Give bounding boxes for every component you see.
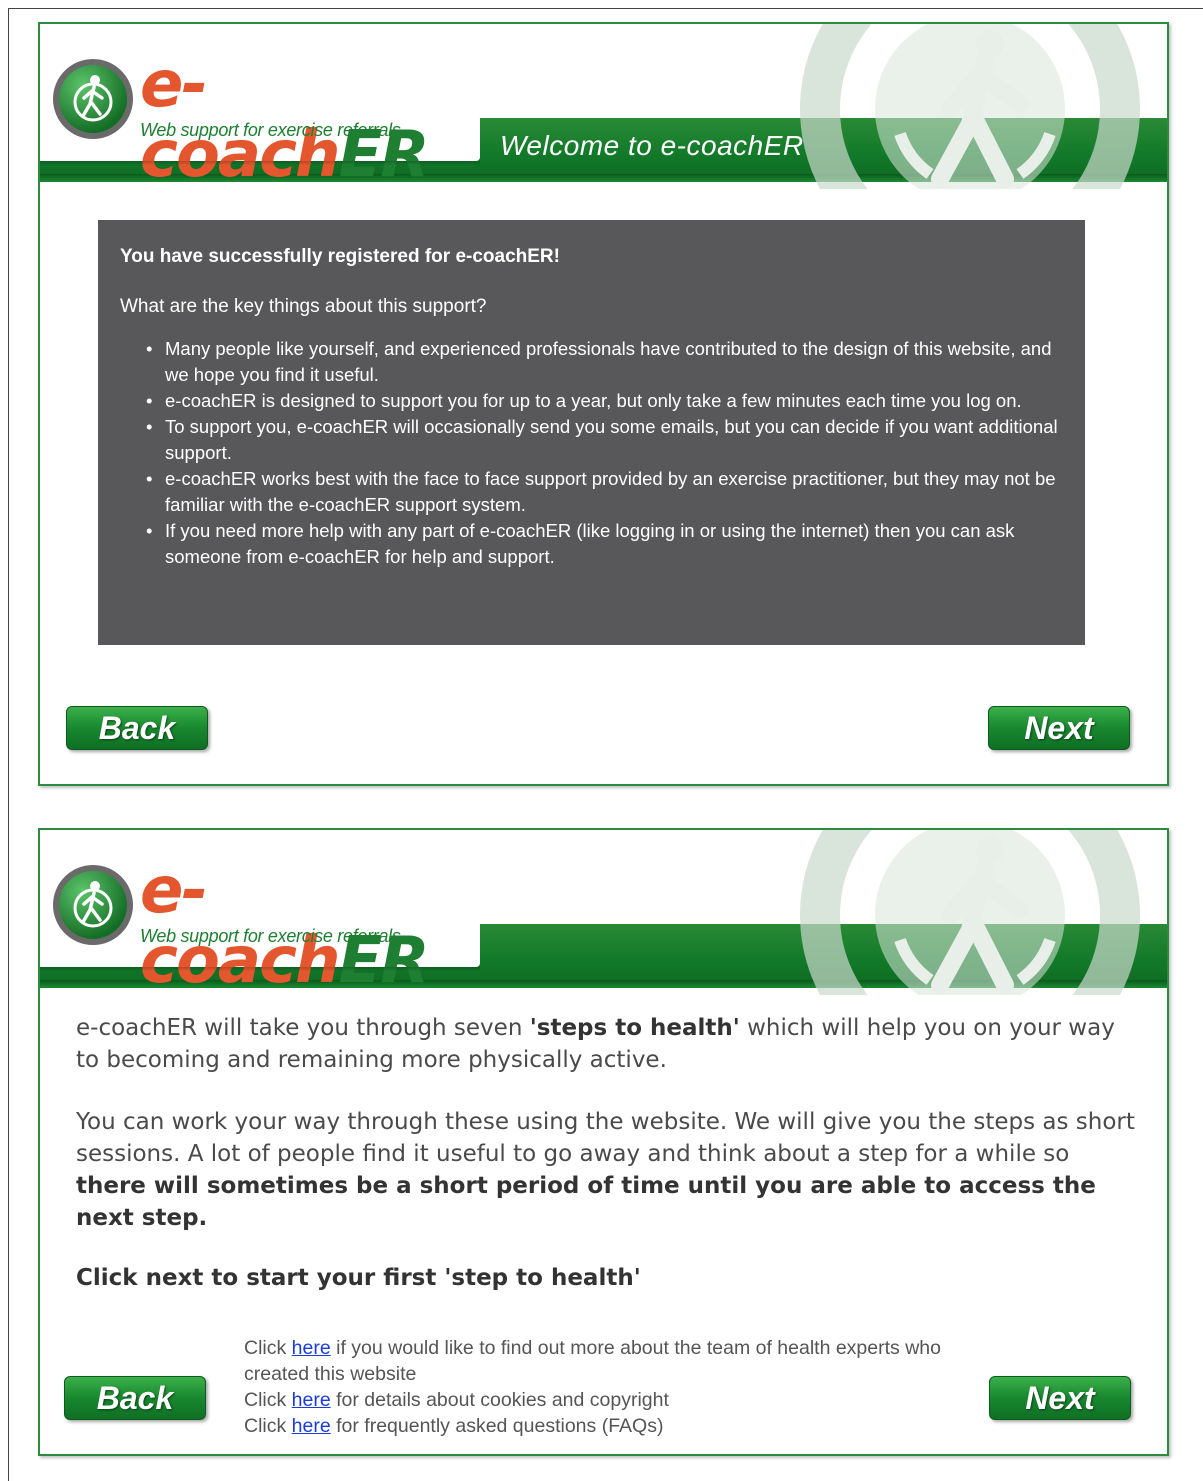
link-suffix: for frequently asked questions (FAQs) — [330, 1415, 664, 1437]
site-header: e-coachER Web support for exercise refer… — [40, 24, 1167, 190]
faq-link[interactable]: here — [292, 1415, 331, 1437]
link-suffix: if you would like to find out more about… — [244, 1337, 941, 1385]
list-item: Many people like yourself, and experienc… — [120, 336, 1080, 388]
back-button[interactable]: Back — [66, 706, 208, 750]
logo-tagline: Web support for exercise referrals — [140, 926, 401, 946]
link-prefix: Click — [244, 1337, 292, 1359]
welcome-screen: e-coachER Web support for exercise refer… — [38, 22, 1169, 786]
steps-to-health-emphasis: 'steps to health' — [529, 1015, 740, 1041]
back-button[interactable]: Back — [64, 1376, 206, 1420]
steps-intro-text: e-coachER will take you through seven 's… — [76, 1012, 1136, 1076]
start-instruction: Click next to start your first 'step to … — [76, 1265, 641, 1291]
list-item: If you need more help with any part of e… — [120, 518, 1080, 570]
list-item: e-coachER is designed to support you for… — [120, 388, 1080, 414]
runner-badge-icon — [53, 865, 133, 945]
list-item: e-coachER works best with the face to fa… — [120, 466, 1080, 518]
walking-figure-icon — [800, 24, 1140, 189]
link-prefix: Click — [244, 1415, 292, 1437]
cookies-copyright-link[interactable]: here — [292, 1389, 331, 1411]
next-button[interactable]: Next — [989, 1376, 1131, 1420]
support-bullet-list: Many people like yourself, and experienc… — [120, 336, 1080, 570]
steps-intro-screen: e-coachER Web support for exercise refer… — [38, 828, 1169, 1456]
waiting-period-emphasis: there will sometimes be a short period o… — [76, 1173, 1096, 1231]
team-link-line: Click here if you would like to find out… — [244, 1335, 964, 1387]
registration-success-title: You have successfully registered for e-c… — [120, 246, 560, 267]
frame-left-line — [8, 8, 9, 1481]
site-header: e-coachER Web support for exercise refer… — [40, 830, 1167, 996]
help-links: Click here if you would like to find out… — [244, 1335, 964, 1439]
key-things-question: What are the key things about this suppo… — [120, 296, 487, 317]
walking-figure-icon — [800, 830, 1140, 995]
intro-text-start: e-coachER will take you through seven — [76, 1015, 530, 1041]
frame-top-line — [8, 8, 1188, 9]
team-info-link[interactable]: here — [292, 1337, 331, 1359]
logo-area: e-coachER Web support for exercise refer… — [40, 830, 480, 996]
next-button[interactable]: Next — [988, 706, 1130, 750]
runner-badge-icon — [53, 59, 133, 139]
header-title: Welcome to e-coachER — [500, 130, 804, 161]
logo-area: e-coachER Web support for exercise refer… — [40, 24, 480, 190]
cookies-link-line: Click here for details about cookies and… — [244, 1387, 964, 1413]
logo-tagline: Web support for exercise referrals — [140, 120, 401, 140]
sessions-text-start: You can work your way through these usin… — [76, 1109, 1135, 1167]
registration-info-box: You have successfully registered for e-c… — [98, 220, 1085, 645]
list-item: To support you, e-coachER will occasiona… — [120, 414, 1080, 466]
frame-tick — [1188, 8, 1203, 9]
link-prefix: Click — [244, 1389, 292, 1411]
link-suffix: for details about cookies and copyright — [330, 1389, 669, 1411]
faq-link-line: Click here for frequently asked question… — [244, 1413, 964, 1439]
sessions-explanation-text: You can work your way through these usin… — [76, 1106, 1136, 1234]
